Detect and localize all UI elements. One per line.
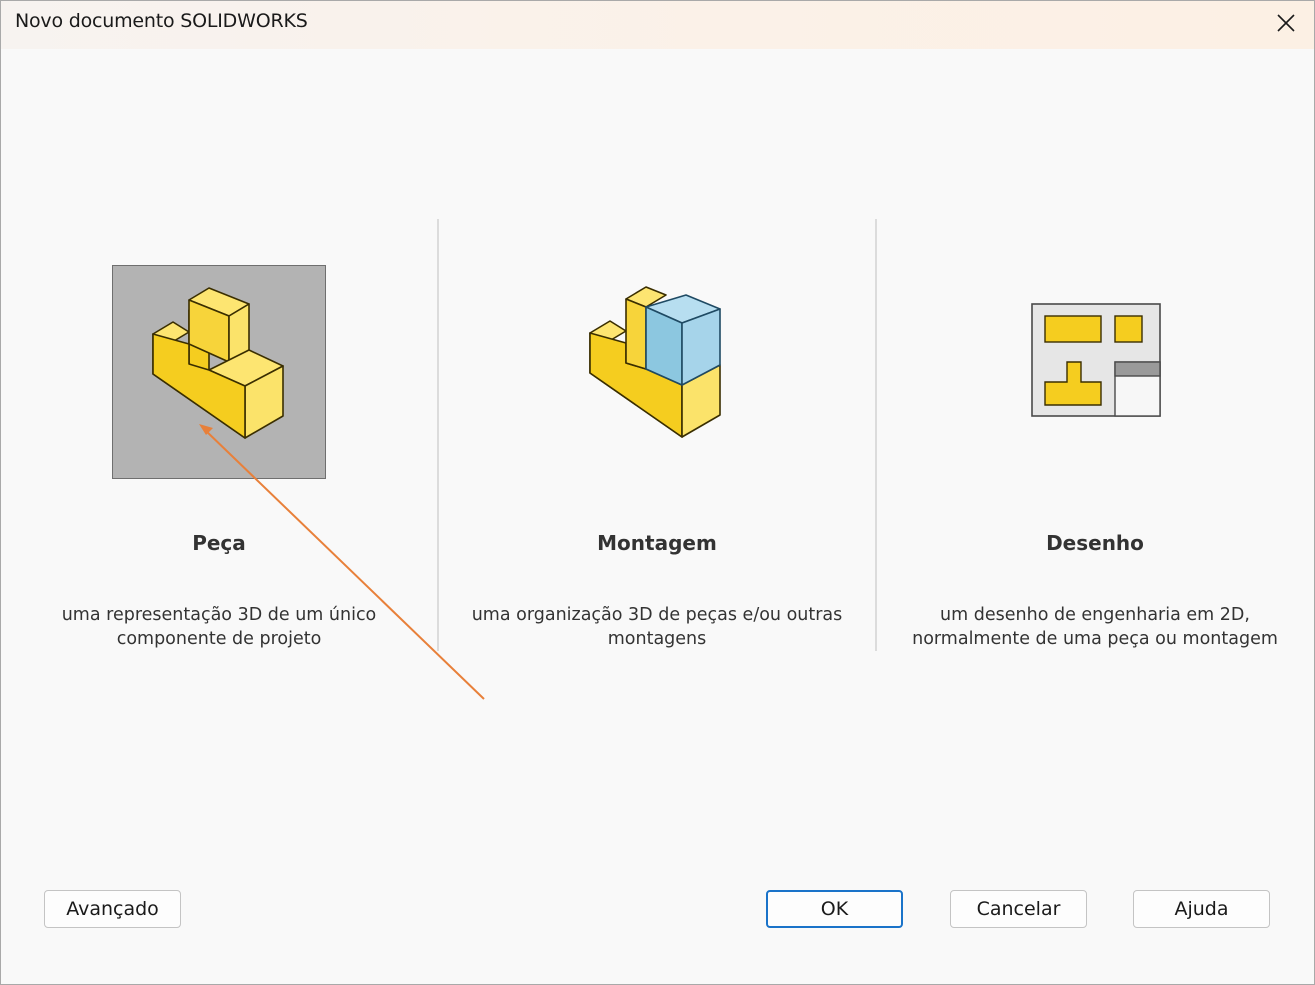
assembly-icon <box>589 286 721 438</box>
help-button[interactable]: Ajuda <box>1133 890 1270 928</box>
assembly-title: Montagem <box>597 531 717 555</box>
drawing-title: Desenho <box>1046 531 1144 555</box>
ok-button[interactable]: OK <box>766 890 903 928</box>
drawing-icon <box>1031 303 1161 417</box>
advanced-button[interactable]: Avançado <box>44 890 181 928</box>
assembly-description-line-1: uma organização 3D de peças e/ou outras <box>471 605 843 625</box>
part-description: uma representação 3D de um único compone… <box>1 603 437 651</box>
part-icon <box>152 287 284 439</box>
cancel-button[interactable]: Cancelar <box>950 890 1087 928</box>
part-description-line-2: componente de projeto <box>116 629 322 649</box>
option-assembly[interactable]: Montagem uma organização 3D de peças e/o… <box>439 219 875 679</box>
assembly-description-line-2: montagens <box>607 629 707 649</box>
title-bar: Novo documento SOLIDWORKS <box>1 1 1314 49</box>
dialog-content: Peça uma representação 3D de um único co… <box>1 49 1314 984</box>
assembly-description: uma organização 3D de peças e/ou outras … <box>439 603 875 651</box>
window-title: Novo documento SOLIDWORKS <box>15 10 308 32</box>
assembly-thumbnail[interactable] <box>550 265 764 479</box>
drawing-description-line-2: normalmente de uma peça ou montagem <box>912 629 1278 649</box>
drawing-description: um desenho de engenharia em 2D, normalme… <box>877 603 1313 651</box>
option-drawing[interactable]: Desenho um desenho de engenharia em 2D, … <box>877 219 1313 679</box>
option-part[interactable]: Peça uma representação 3D de um único co… <box>1 219 437 679</box>
part-thumbnail[interactable] <box>112 265 326 479</box>
close-button[interactable] <box>1266 5 1306 41</box>
drawing-thumbnail[interactable] <box>988 265 1202 479</box>
close-icon <box>1277 14 1295 32</box>
part-title: Peça <box>192 531 246 555</box>
new-document-dialog: Novo documento SOLIDWORKS Peça uma repre… <box>0 0 1315 985</box>
part-description-line-1: uma representação 3D de um único <box>61 605 377 625</box>
drawing-description-line-1: um desenho de engenharia em 2D, <box>940 605 1250 625</box>
